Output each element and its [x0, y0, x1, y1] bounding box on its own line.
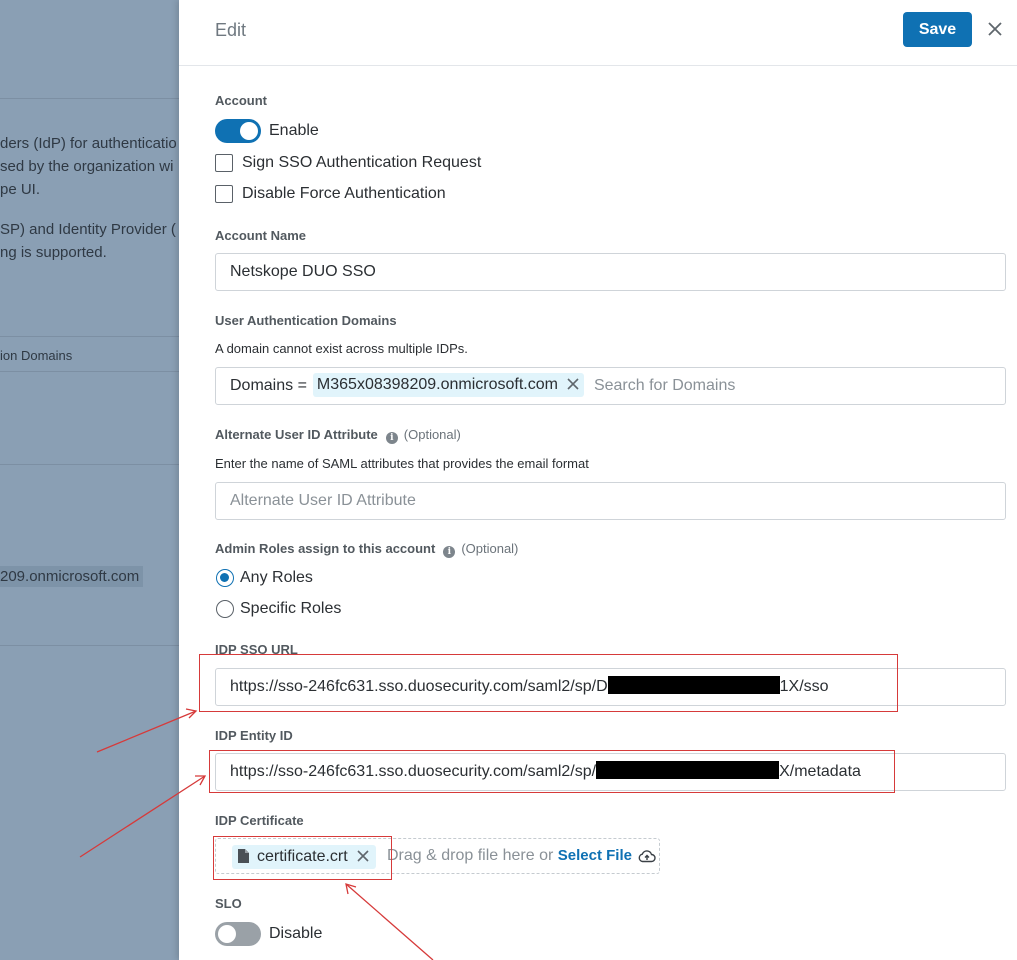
idp-entity-id-value-end: X/metadata [779, 763, 861, 780]
select-file-link[interactable]: Select File [558, 847, 632, 864]
idp-entity-id-input[interactable]: https://sso-246fc631.sso.duosecurity.com… [215, 753, 1006, 791]
disable-force-auth-label: Disable Force Authentication [242, 185, 446, 202]
user-auth-domains-hint: A domain cannot exist across multiple ID… [215, 341, 468, 356]
domains-input[interactable]: Domains = M365x08398209.onmicrosoft.com Se… [215, 367, 1006, 405]
account-name-input[interactable]: Netskope DUO SSO [215, 253, 1006, 291]
background-text-line: ders (IdP) for authenticatio [0, 135, 177, 152]
optional-text: (Optional) [403, 427, 461, 442]
save-button[interactable]: Save [903, 12, 972, 47]
divider [0, 645, 179, 646]
toggle-knob [218, 925, 236, 943]
domains-prefix: Domains = [230, 377, 307, 394]
idp-certificate-label: IDP Certificate [215, 813, 304, 828]
info-icon[interactable]: i [385, 432, 398, 444]
toggle-knob [240, 122, 258, 140]
alt-user-id-input[interactable]: Alternate User ID Attribute [215, 482, 1006, 520]
background-page: ders (IdP) for authenticatio sed by the … [0, 0, 179, 960]
specific-roles-radio[interactable] [216, 600, 234, 618]
idp-entity-id-label: IDP Entity ID [215, 728, 293, 743]
idp-sso-url-value-end: 1X/sso [779, 678, 829, 695]
domain-chip-label: M365x08398209.onmicrosoft.com [316, 376, 558, 393]
disable-force-auth-checkbox[interactable] [215, 185, 233, 203]
user-auth-domains-label: User Authentication Domains [215, 313, 397, 328]
divider [0, 464, 179, 465]
panel-header: Edit Save [179, 0, 1017, 66]
background-text-line: pe UI. [0, 181, 41, 198]
enable-label: Enable [269, 122, 319, 139]
idp-sso-url-label: IDP SSO URL [215, 642, 298, 657]
specific-roles-label: Specific Roles [240, 600, 342, 617]
enable-toggle[interactable] [215, 119, 261, 143]
close-icon[interactable] [356, 847, 370, 862]
cloud-upload-icon[interactable] [638, 849, 656, 868]
alt-user-id-hint: Enter the name of SAML attributes that p… [215, 456, 589, 471]
divider [0, 98, 179, 99]
file-icon [238, 847, 249, 871]
any-roles-radio[interactable] [216, 569, 234, 587]
slo-toggle-label: Disable [269, 925, 323, 942]
close-icon[interactable] [985, 19, 1005, 39]
domain-chip: M365x08398209.onmicrosoft.com [312, 373, 584, 397]
background-text-line: ng is supported. [0, 244, 107, 261]
idp-entity-id-value-start: https://sso-246fc631.sso.duosecurity.com… [230, 763, 597, 780]
divider [0, 336, 179, 337]
background-text-line: sed by the organization wi [0, 158, 174, 175]
certificate-file-name: certificate.crt [257, 848, 348, 865]
drop-text: Drag & drop file here or Select File [387, 847, 656, 868]
divider [0, 371, 179, 372]
account-label: Account [215, 93, 267, 108]
any-roles-label: Any Roles [240, 569, 313, 586]
close-icon[interactable] [566, 375, 580, 390]
slo-toggle[interactable] [215, 922, 261, 946]
alt-user-id-label: Alternate User ID Attribute i (Optional) [215, 427, 461, 444]
optional-text: (Optional) [461, 541, 519, 556]
idp-sso-url-input[interactable]: https://sso-246fc631.sso.duosecurity.com… [215, 668, 1006, 706]
domains-search-placeholder: Search for Domains [593, 377, 736, 394]
background-domain-chip: 209.onmicrosoft.com [0, 566, 144, 587]
info-icon[interactable]: i [443, 546, 456, 558]
redaction-bar [607, 676, 780, 694]
admin-roles-label-text: Admin Roles assign to this account [215, 541, 436, 556]
edit-panel: Edit Save Account Enable Sign SSO Authen… [179, 0, 1017, 960]
background-column-header: ion Domains [0, 348, 73, 363]
sign-sso-label: Sign SSO Authentication Request [242, 154, 482, 171]
account-name-label: Account Name [215, 228, 307, 243]
admin-roles-label: Admin Roles assign to this account i (Opti… [215, 541, 518, 558]
certificate-file-chip: certificate.crt [232, 845, 376, 869]
sign-sso-checkbox[interactable] [215, 154, 233, 172]
panel-title: Edit [215, 20, 247, 40]
redaction-bar [596, 761, 780, 779]
drop-text-label: Drag & drop file here or [387, 847, 554, 864]
background-text-line: SP) and Identity Provider ( [0, 221, 176, 238]
idp-sso-url-value-start: https://sso-246fc631.sso.duosecurity.com… [230, 678, 608, 695]
alt-user-id-label-text: Alternate User ID Attribute [215, 427, 378, 442]
certificate-dropzone[interactable]: certificate.crt Drag & drop file here or… [215, 838, 660, 874]
slo-label: SLO [215, 896, 242, 911]
